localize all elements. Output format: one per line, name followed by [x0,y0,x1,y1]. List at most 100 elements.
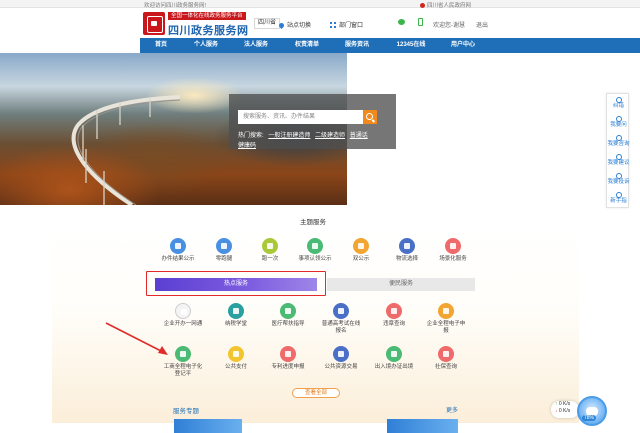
service-label: 公共资源交易 [324,364,358,370]
service-label: 纳税学堂 [224,321,247,327]
search-button[interactable] [363,110,377,124]
service-tile[interactable]: 工商全程电子化登记平 [163,346,203,377]
network-speed-widget: ↑ 0 K/s ↓ 0 K/s [551,401,579,418]
computer-icon [216,238,232,254]
upload-arrow-icon: ↑ [555,401,558,407]
service-tile[interactable]: 公共资源交易 [321,346,361,371]
service-tile[interactable]: 专利进度申报 [268,346,308,371]
user-greeting[interactable]: 欢迎您-谢慧 [433,20,465,29]
topic-banner[interactable] [174,419,242,433]
tab-hot-services[interactable]: 热点服务 [155,278,317,291]
nav-item-personal[interactable]: 个人服务 [194,38,218,53]
site-name[interactable]: 四川政务服务网 [168,22,249,38]
tab-convenience-services[interactable]: 便民服务 [327,278,475,291]
truck-icon [399,238,415,254]
service-tile[interactable]: 物流选择 [387,238,427,263]
result-icon [170,238,186,254]
nav-item-power-list[interactable]: 权责清单 [295,38,319,53]
main-nav: 首页 个人服务 法人服务 权责清单 服务资讯 12345在线 用户中心 [140,38,640,53]
topic-banner[interactable] [387,419,458,433]
welcome-text: 欢迎访问四川政务服务网! [144,3,207,9]
nav-item-user-center[interactable]: 用户中心 [451,38,475,53]
view-all-button[interactable]: 查看全部 [292,388,340,398]
service-label: 出入境办证出境 [374,364,414,370]
hot-search-term[interactable]: 健康码 [238,143,256,149]
business-icon [175,346,191,362]
online-assistant-button[interactable] [577,396,607,426]
search-icon [366,113,373,120]
service-tile[interactable]: 办件结果公示 [158,238,198,263]
side-item-consult[interactable]: 我要咨询 [607,135,630,148]
service-tile[interactable]: 纳税学堂 [216,303,256,328]
nav-item-news[interactable]: 服务资讯 [345,38,369,53]
service-tile[interactable]: 公共支付 [216,346,256,371]
nav-item-legal[interactable]: 法人服务 [244,38,268,53]
site-logo-icon[interactable] [143,12,165,35]
more-link[interactable]: 更多 [446,405,458,414]
medical-icon [280,303,296,319]
site-header: 全国一体化在线政务服务平台 四川政务服务网 四川省 站点切换 部门窗口 欢迎您-… [0,9,640,38]
wechat-icon[interactable] [398,19,405,25]
assistant-percent: 78% [582,415,597,421]
logout-link[interactable]: 退出 [476,20,488,29]
side-item-complaint[interactable]: 我要投诉 [607,173,630,186]
social-security-icon [438,346,454,362]
service-label: 跑一次 [261,256,279,262]
publish-icon [353,238,369,254]
patent-icon [280,346,296,362]
service-tile[interactable]: 双公示 [341,238,381,263]
service-tile[interactable]: 出入境办证出境 [374,346,414,371]
side-item-suggest[interactable]: 我要建议 [607,154,630,167]
violation-icon [386,303,402,319]
mobile-icon[interactable] [418,18,423,26]
hot-search-term[interactable]: 二级建造师 [315,133,345,139]
side-toolbar: 纠错 我要问 我要咨询 我要建议 我要投诉 新手指 [606,93,630,208]
hot-search-label: 热门搜索: [238,133,264,139]
nav-item-12345[interactable]: 12345在线 [397,38,426,53]
service-label: 普通高考试在线报名 [321,321,361,334]
station-switch-link[interactable]: 站点切换 [277,20,312,30]
upload-speed: 0 K/s [558,401,571,407]
service-tile[interactable]: 普通高考试在线报名 [321,303,361,334]
service-label: 企业全程电子申报 [426,321,466,334]
service-label: 社保查询 [434,364,457,370]
download-speed: 0 K/s [558,408,571,414]
service-tile[interactable]: 跑一次 [250,238,290,263]
emblem-icon [420,3,425,8]
service-tile[interactable]: 场景化服务 [433,238,473,263]
dept-window-label: 部门窗口 [339,23,364,29]
service-tile[interactable]: 企业开办一网通 [163,303,203,328]
location-pin-icon [277,21,286,30]
dept-window-link[interactable]: 部门窗口 [330,20,363,29]
service-label: 医疗帮扶指导 [271,321,305,327]
side-item-ask[interactable]: 我要问 [607,116,630,129]
nav-item-home[interactable]: 首页 [155,38,167,53]
hot-search-term[interactable]: 普通话 [350,133,368,139]
hot-search-term[interactable]: 一般注册建造师 [268,133,310,139]
pay-icon [228,346,244,362]
tax-icon [228,303,244,319]
services-title: 主题服务 [300,219,326,226]
side-item-correct[interactable]: 纠错 [607,97,630,110]
service-label: 专利进度申报 [271,364,305,370]
grid-icon [330,22,336,28]
service-tile[interactable]: 事项认领公示 [295,238,335,263]
service-tile[interactable]: 零跑腿 [204,238,244,263]
search-input[interactable] [238,110,363,124]
service-tile[interactable]: 医疗帮扶指导 [268,303,308,328]
side-item-guide[interactable]: 新手指 [607,192,630,205]
service-tile[interactable]: 社保查询 [426,346,466,371]
service-label: 双公示 [352,256,370,262]
special-topics-title: 服务专题 [173,408,199,415]
service-label: 办件结果公示 [161,256,195,262]
gov-link[interactable]: 四川省人民政府网 [420,1,471,9]
region-selector[interactable]: 四川省 [254,18,281,29]
passport-icon [386,346,402,362]
station-switch-label: 站点切换 [287,23,312,29]
enterprise-icon [175,303,191,319]
exam-icon [333,303,349,319]
service-tile[interactable]: 违章查询 [374,303,414,328]
download-arrow-icon: ↓ [555,408,558,414]
service-tile[interactable]: 企业全程电子申报 [426,303,466,334]
service-label: 物流选择 [395,256,418,262]
